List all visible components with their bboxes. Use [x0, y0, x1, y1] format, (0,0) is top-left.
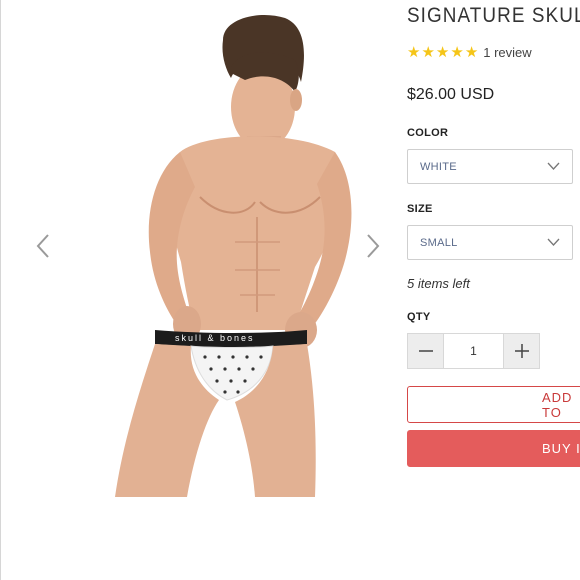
size-select[interactable]: SMALL	[407, 225, 573, 260]
add-to-cart-button[interactable]: ADD TO	[407, 386, 580, 423]
size-select-value: SMALL	[420, 236, 458, 249]
minus-icon	[418, 350, 433, 352]
qty-increase-button[interactable]	[503, 333, 540, 369]
star-icon: ★	[407, 44, 421, 61]
size-label: SIZE	[407, 203, 433, 215]
product-gallery: skull & bones	[0, 0, 400, 580]
star-icon: ★	[464, 44, 479, 61]
star-icon: ★	[450, 44, 464, 61]
chevron-left-icon	[36, 234, 49, 258]
qty-input[interactable]: 1	[444, 333, 503, 369]
chevron-right-icon	[367, 234, 380, 258]
review-count-link[interactable]: 1 review	[483, 45, 531, 60]
star-icon: ★	[421, 44, 435, 61]
chevron-down-icon	[547, 162, 560, 170]
star-rating: ★ ★ ★ ★ ★	[407, 45, 479, 60]
qty-label: QTY	[407, 311, 431, 323]
quantity-stepper: 1	[407, 333, 540, 369]
waistband-text: skull & bones	[175, 333, 255, 343]
product-image[interactable]: skull & bones	[95, 12, 355, 497]
color-select[interactable]: WHITE	[407, 149, 573, 184]
stock-status: 5 items left	[407, 276, 470, 291]
gallery-prev-button[interactable]	[28, 228, 58, 264]
buy-now-button[interactable]: BUY IT	[407, 430, 580, 467]
chevron-down-icon	[547, 238, 560, 246]
qty-decrease-button[interactable]	[407, 333, 444, 369]
color-label: COLOR	[407, 127, 449, 139]
gallery-next-button[interactable]	[358, 228, 388, 264]
product-title: SIGNATURE SKULL P	[407, 4, 580, 27]
product-info: SIGNATURE SKULL P ★ ★ ★ ★ ★ 1 review $26…	[407, 0, 580, 580]
plus-icon	[514, 344, 529, 358]
product-rating[interactable]: ★ ★ ★ ★ ★ 1 review	[407, 45, 532, 60]
color-select-value: WHITE	[420, 160, 457, 173]
star-icon: ★	[435, 44, 450, 61]
product-price: $26.00 USD	[407, 86, 495, 103]
